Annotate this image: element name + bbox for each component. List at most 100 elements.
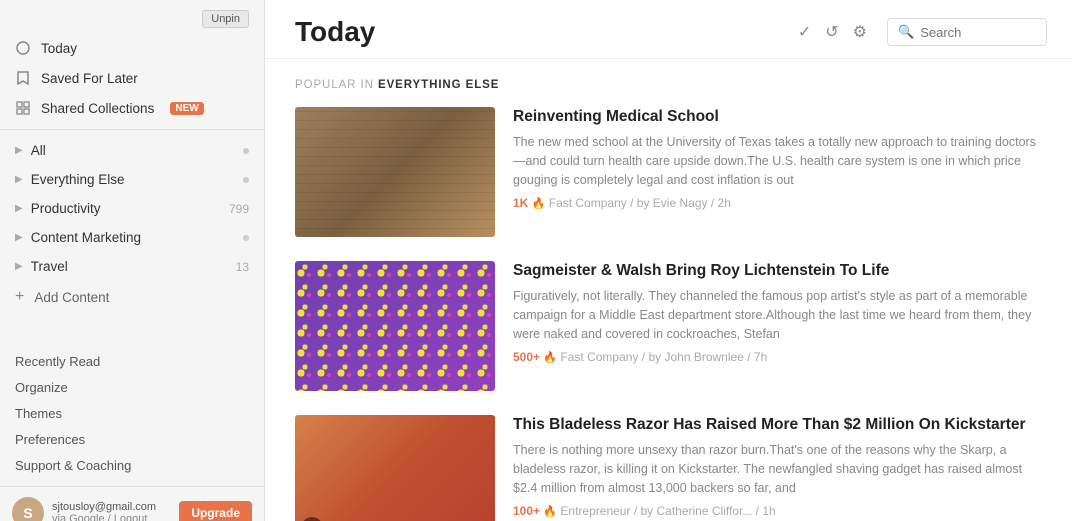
article-item: Sagmeister & Walsh Bring Roy Lichtenstei… [295, 261, 1042, 391]
article-time: 7h [754, 350, 767, 364]
article-meta: 1K 🔥 Fast Company / by Evie Nagy / 2h [513, 196, 1042, 210]
productivity-label: Productivity [31, 201, 101, 216]
chevron-icon: ▶ [15, 174, 23, 185]
all-dot [243, 148, 249, 154]
sidebar-divider-1 [0, 129, 264, 130]
article-time: 1h [762, 504, 775, 518]
upgrade-button[interactable]: Upgrade [179, 501, 252, 521]
sidebar: Unpin Today Saved For Later [0, 0, 265, 521]
add-content-label: Add Content [34, 290, 109, 305]
themes-link[interactable]: Themes [15, 403, 249, 424]
sidebar-footer: S sjtousloy@gmail.com via Google / Logou… [0, 486, 264, 521]
sidebar-item-add-content[interactable]: + Add Content [0, 281, 264, 313]
article-source: Entrepreneur [560, 504, 630, 518]
organize-link[interactable]: Organize [15, 377, 249, 398]
chevron-icon: ▶ [15, 232, 23, 243]
search-box[interactable]: 🔍 [887, 18, 1047, 46]
fire-icon: 🔥 [532, 198, 546, 210]
productivity-count: 799 [229, 202, 249, 216]
section-label: POPULAR IN EVERYTHING ELSE [295, 79, 1042, 91]
article-content: Reinventing Medical School The new med s… [513, 107, 1042, 210]
main-content: Today ✓ ↺ ⚙ 🔍 POPULAR IN EVERYTHING ELSE… [265, 0, 1072, 521]
article-count: 1K [513, 196, 528, 210]
support-link[interactable]: Support & Coaching [15, 455, 249, 476]
sidebar-top: Unpin [0, 0, 264, 33]
new-badge: NEW [170, 102, 203, 115]
preferences-link[interactable]: Preferences [15, 429, 249, 450]
search-input[interactable] [920, 25, 1036, 40]
chevron-icon: ▶ [15, 203, 23, 214]
sidebar-nav: Today Saved For Later Shared Collections… [0, 33, 264, 321]
main-header: Today ✓ ↺ ⚙ 🔍 [265, 0, 1072, 59]
shared-label: Shared Collections [41, 101, 154, 116]
header-icons: ✓ ↺ ⚙ [798, 22, 867, 42]
saved-label: Saved For Later [41, 71, 138, 86]
article-meta: 100+ 🔥 Entrepreneur / by Catherine Cliff… [513, 504, 1042, 518]
thumb-visual [295, 261, 495, 391]
article-source: Fast Company [560, 350, 638, 364]
chevron-icon: ▶ [15, 145, 23, 156]
article-time: 2h [718, 196, 731, 210]
article-count: 100+ [513, 504, 540, 518]
fire-icon: 🔥 [543, 352, 557, 364]
sidebar-item-everything-else[interactable]: ▶ Everything Else [0, 165, 264, 194]
avatar: S [12, 497, 44, 521]
sidebar-item-content-marketing[interactable]: ▶ Content Marketing [0, 223, 264, 252]
check-icon[interactable]: ✓ [798, 22, 811, 42]
content-marketing-label: Content Marketing [31, 230, 141, 245]
article-content: This Bladeless Razor Has Raised More Tha… [513, 415, 1042, 518]
settings-icon[interactable]: ⚙ [853, 22, 867, 42]
sidebar-item-today[interactable]: Today [0, 33, 264, 63]
recently-read-link[interactable]: Recently Read [15, 351, 249, 372]
article-thumbnail[interactable] [295, 107, 495, 237]
everything-else-label: Everything Else [31, 172, 125, 187]
today-label: Today [41, 41, 77, 56]
circle-icon [15, 40, 31, 56]
page-title: Today [295, 16, 788, 48]
article-meta: 500+ 🔥 Fast Company / by John Brownlee /… [513, 350, 1042, 364]
article-title[interactable]: This Bladeless Razor Has Raised More Tha… [513, 415, 1042, 435]
article-author: Catherine Cliffor... [657, 504, 753, 518]
search-icon: 🔍 [898, 24, 914, 40]
footer-user: sjtousloy@gmail.com via Google / Logout [52, 501, 171, 521]
section-name: EVERYTHING ELSE [378, 79, 499, 91]
article-title[interactable]: Reinventing Medical School [513, 107, 1042, 127]
sidebar-item-productivity[interactable]: ▶ Productivity 799 [0, 194, 264, 223]
article-author: John Brownlee [664, 350, 743, 364]
thumb-visual [295, 415, 495, 521]
article-item: Reinventing Medical School The new med s… [295, 107, 1042, 237]
sidebar-item-saved[interactable]: Saved For Later [0, 63, 264, 93]
everything-else-dot [243, 177, 249, 183]
article-author: Evie Nagy [653, 196, 708, 210]
sidebar-item-all[interactable]: ▶ All [0, 136, 264, 165]
article-content: Sagmeister & Walsh Bring Roy Lichtenstei… [513, 261, 1042, 364]
fire-icon: 🔥 [543, 506, 557, 518]
article-description: There is nothing more unsexy than razor … [513, 441, 1042, 497]
plus-icon: + [15, 288, 24, 306]
article-source: Fast Company [549, 196, 627, 210]
travel-label: Travel [31, 259, 68, 274]
chevron-icon: ▶ [15, 261, 23, 272]
content-marketing-dot [243, 235, 249, 241]
sidebar-item-travel[interactable]: ▶ Travel 13 [0, 252, 264, 281]
section-prefix: POPULAR IN [295, 79, 374, 91]
sidebar-item-shared[interactable]: Shared Collections NEW [0, 93, 264, 123]
footer-logout[interactable]: via Google / Logout [52, 513, 171, 521]
article-thumbnail[interactable] [295, 261, 495, 391]
article-description: Figuratively, not literally. They channe… [513, 287, 1042, 343]
thumb-visual [295, 107, 495, 237]
article-item: ▶ This Bladeless Razor Has Raised More T… [295, 415, 1042, 521]
bookmark-icon [15, 70, 31, 86]
footer-email: sjtousloy@gmail.com [52, 501, 171, 513]
main-body: POPULAR IN EVERYTHING ELSE Reinventing M… [265, 59, 1072, 521]
sidebar-links: Recently Read Organize Themes Preference… [0, 341, 264, 486]
refresh-icon[interactable]: ↺ [825, 22, 838, 42]
grid-icon [15, 100, 31, 116]
all-label: All [31, 143, 46, 158]
travel-count: 13 [236, 260, 249, 274]
article-count: 500+ [513, 350, 540, 364]
unpin-button[interactable]: Unpin [202, 10, 249, 28]
article-thumbnail[interactable]: ▶ [295, 415, 495, 521]
article-title[interactable]: Sagmeister & Walsh Bring Roy Lichtenstei… [513, 261, 1042, 281]
article-description: The new med school at the University of … [513, 133, 1042, 189]
